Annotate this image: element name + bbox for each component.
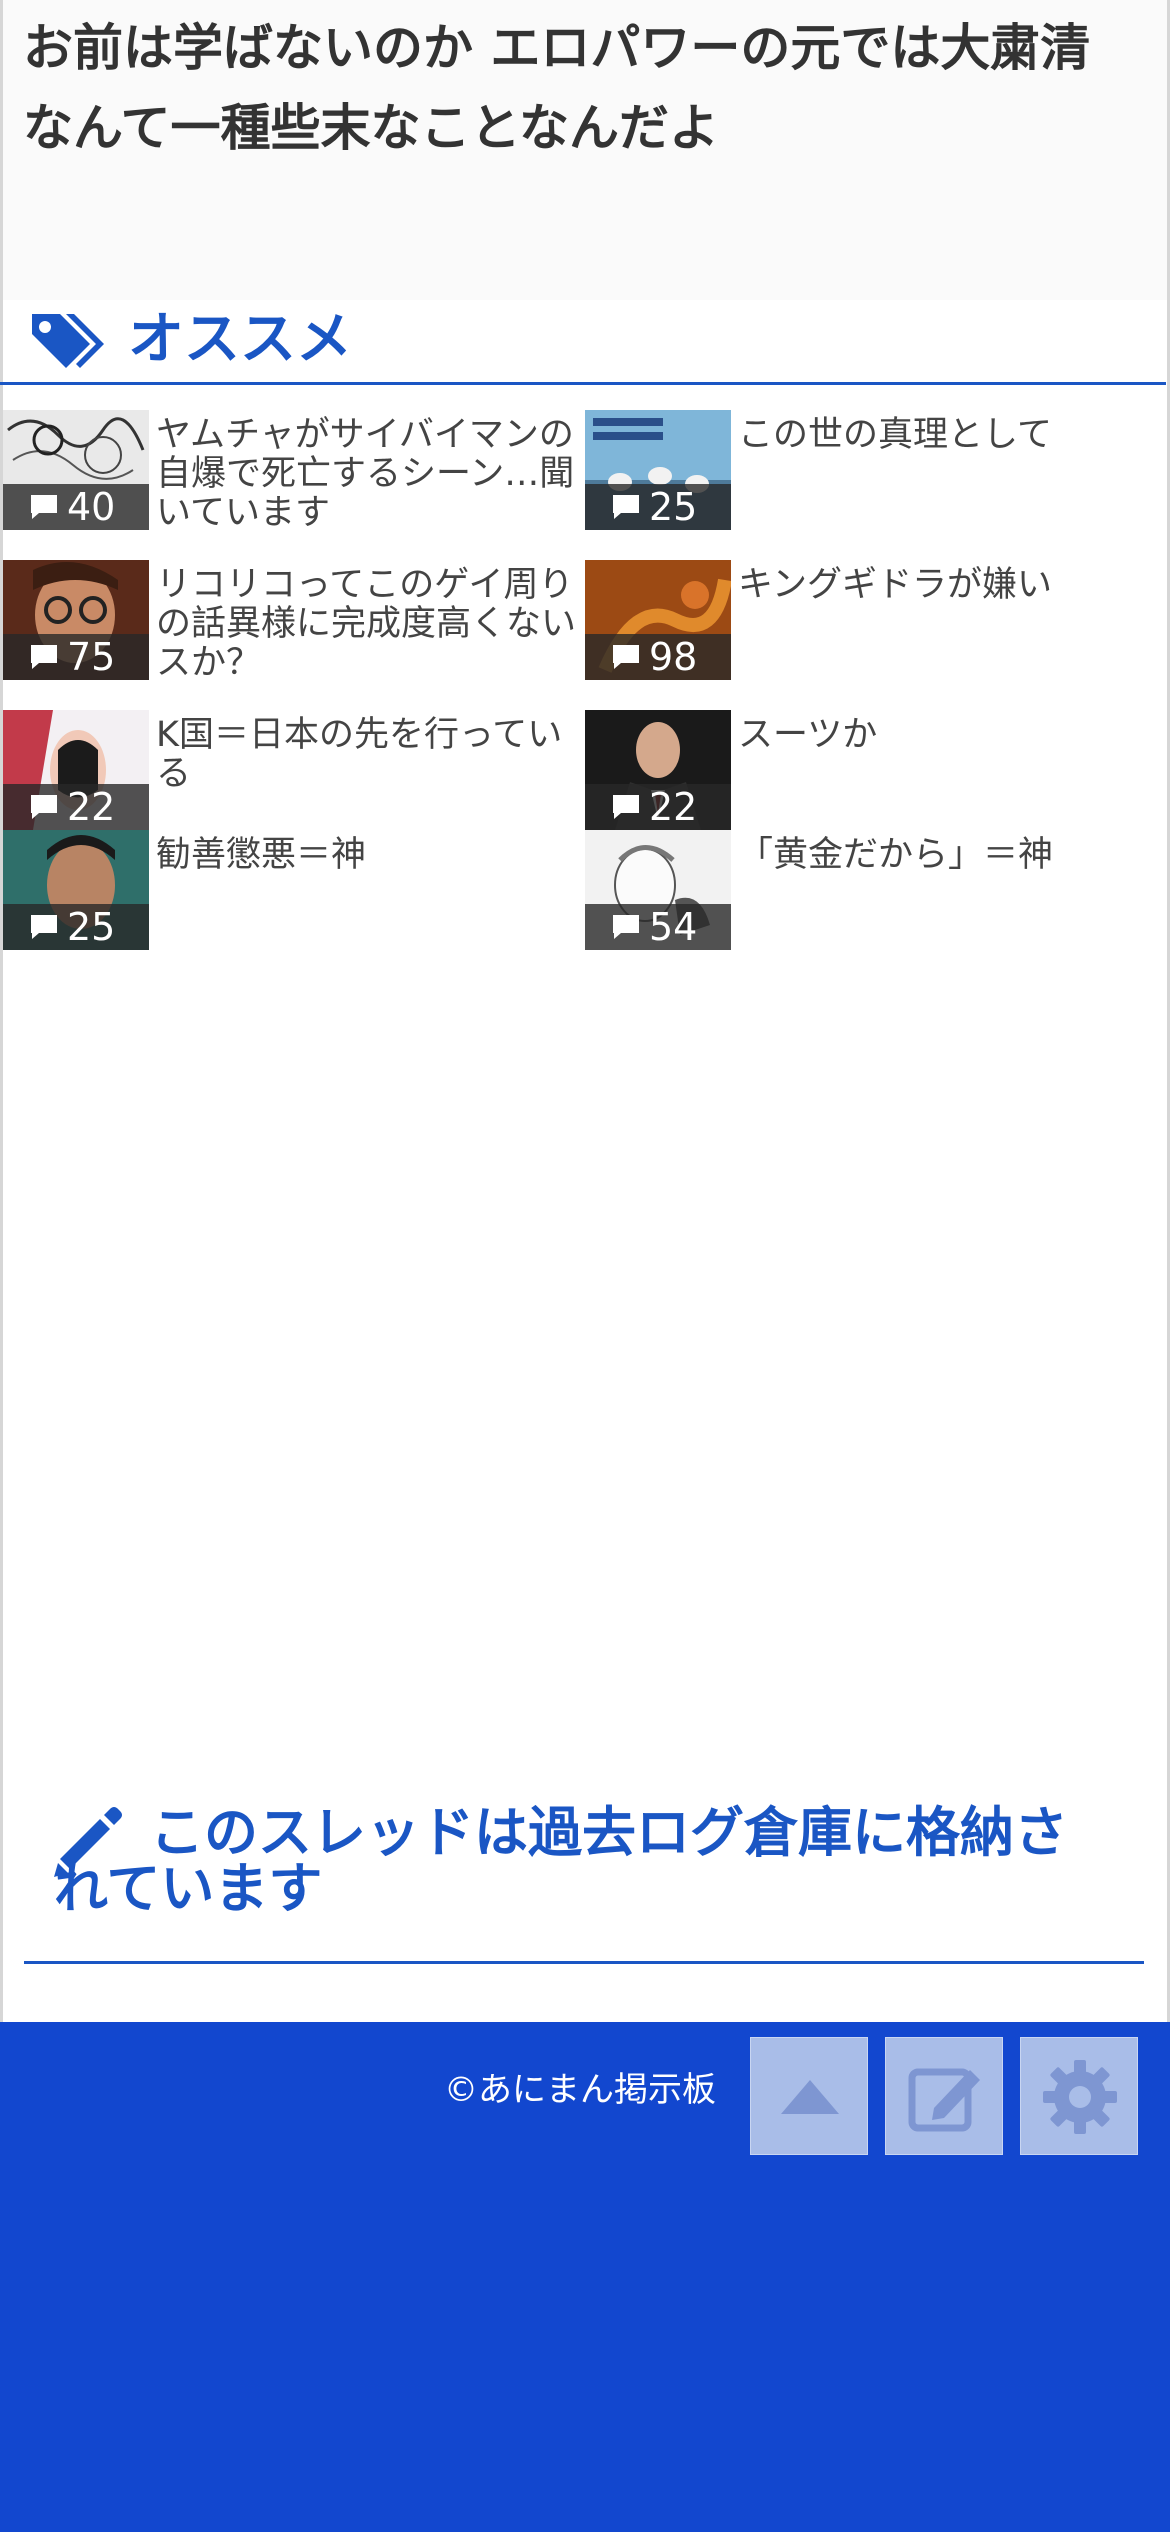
recommend-item[interactable]: 75 リコリコってこのゲイ周りの話異様に完成度高くないスか？ xyxy=(0,550,580,683)
thumbnail[interactable]: 40 xyxy=(3,410,149,530)
footer: ©あにまん掲示板 xyxy=(0,2022,1170,2532)
comment-count-value: 40 xyxy=(67,485,116,529)
thread-header: お前は学ばないのか エロパワーの元では大粛清なんて一種些末なことなんだよ xyxy=(3,0,1167,300)
archive-text: このスレッドは過去ログ倉庫に格納されています xyxy=(54,1801,1068,1920)
thumbnail[interactable]: 22 xyxy=(585,710,731,830)
thumbnail[interactable]: 75 xyxy=(3,560,149,680)
thumbnail[interactable]: 98 xyxy=(585,560,731,680)
comment-count-value: 25 xyxy=(649,485,698,529)
write-button[interactable] xyxy=(885,2037,1003,2155)
thumbnail[interactable]: 25 xyxy=(585,410,731,530)
scroll-top-button[interactable] xyxy=(750,2037,868,2155)
comment-icon xyxy=(31,795,57,819)
edit-icon xyxy=(908,2068,980,2132)
comment-count: 98 xyxy=(585,634,731,680)
recommend-section-header: オススメ xyxy=(0,300,1166,385)
comment-count-value: 54 xyxy=(649,905,698,949)
gear-icon xyxy=(1043,2060,1117,2134)
archive-notice: このスレッドは過去ログ倉庫に格納されています xyxy=(24,1795,1144,1964)
comment-count: 54 xyxy=(585,904,731,950)
comment-count-value: 98 xyxy=(649,635,698,679)
thread-title: お前は学ばないのか エロパワーの元では大粛清なんて一種些末なことなんだよ xyxy=(23,19,1091,157)
item-title[interactable]: 「黄金だから」＝神 xyxy=(738,836,1158,875)
comment-icon xyxy=(31,645,57,669)
comment-icon xyxy=(31,495,57,519)
item-title[interactable]: スーツか xyxy=(738,716,1158,755)
recommend-item[interactable]: 25 この世の真理として xyxy=(582,400,1162,530)
settings-button[interactable] xyxy=(1020,2037,1138,2155)
comment-count: 40 xyxy=(3,484,149,530)
comment-count: 25 xyxy=(585,484,731,530)
recommend-item[interactable]: 40 ヤムチャがサイバイマンの自爆で死亡するシーン…聞いています xyxy=(0,400,580,533)
comment-icon xyxy=(31,915,57,939)
thumbnail[interactable]: 25 xyxy=(3,830,149,950)
recommend-item[interactable]: 22 K国＝日本の先を行っている xyxy=(0,700,580,830)
recommend-item[interactable]: 22 スーツか xyxy=(582,700,1162,830)
comment-count-value: 75 xyxy=(67,635,116,679)
triangle-up-icon xyxy=(781,2080,839,2114)
item-title[interactable]: この世の真理として xyxy=(738,416,1158,455)
thumbnail[interactable]: 22 xyxy=(3,710,149,830)
item-title[interactable]: ヤムチャがサイバイマンの自爆で死亡するシーン…聞いています xyxy=(156,416,576,533)
recommend-item[interactable]: 54 「黄金だから」＝神 xyxy=(582,820,1162,950)
recommend-heading: オススメ xyxy=(128,307,352,372)
comment-icon xyxy=(613,645,639,669)
recommend-item[interactable]: 25 勧善懲悪＝神 xyxy=(0,820,580,950)
comment-count: 75 xyxy=(3,634,149,680)
comment-icon xyxy=(613,795,639,819)
comment-count-value: 25 xyxy=(67,905,116,949)
comment-icon xyxy=(613,915,639,939)
tag-icon xyxy=(32,314,104,368)
recommend-list: 40 ヤムチャがサイバイマンの自爆で死亡するシーン…聞いています 25 この世の… xyxy=(0,400,1170,970)
item-title[interactable]: キングギドラが嫌い xyxy=(738,566,1158,605)
comment-icon xyxy=(613,495,639,519)
item-title[interactable]: 勧善懲悪＝神 xyxy=(156,836,576,875)
comment-count: 25 xyxy=(3,904,149,950)
thumbnail[interactable]: 54 xyxy=(585,830,731,950)
recommend-item[interactable]: 98 キングギドラが嫌い xyxy=(582,550,1162,680)
item-title[interactable]: K国＝日本の先を行っている xyxy=(156,716,576,794)
copyright: ©あにまん掲示板 xyxy=(444,2070,716,2110)
item-title[interactable]: リコリコってこのゲイ周りの話異様に完成度高くないスか？ xyxy=(156,566,576,683)
